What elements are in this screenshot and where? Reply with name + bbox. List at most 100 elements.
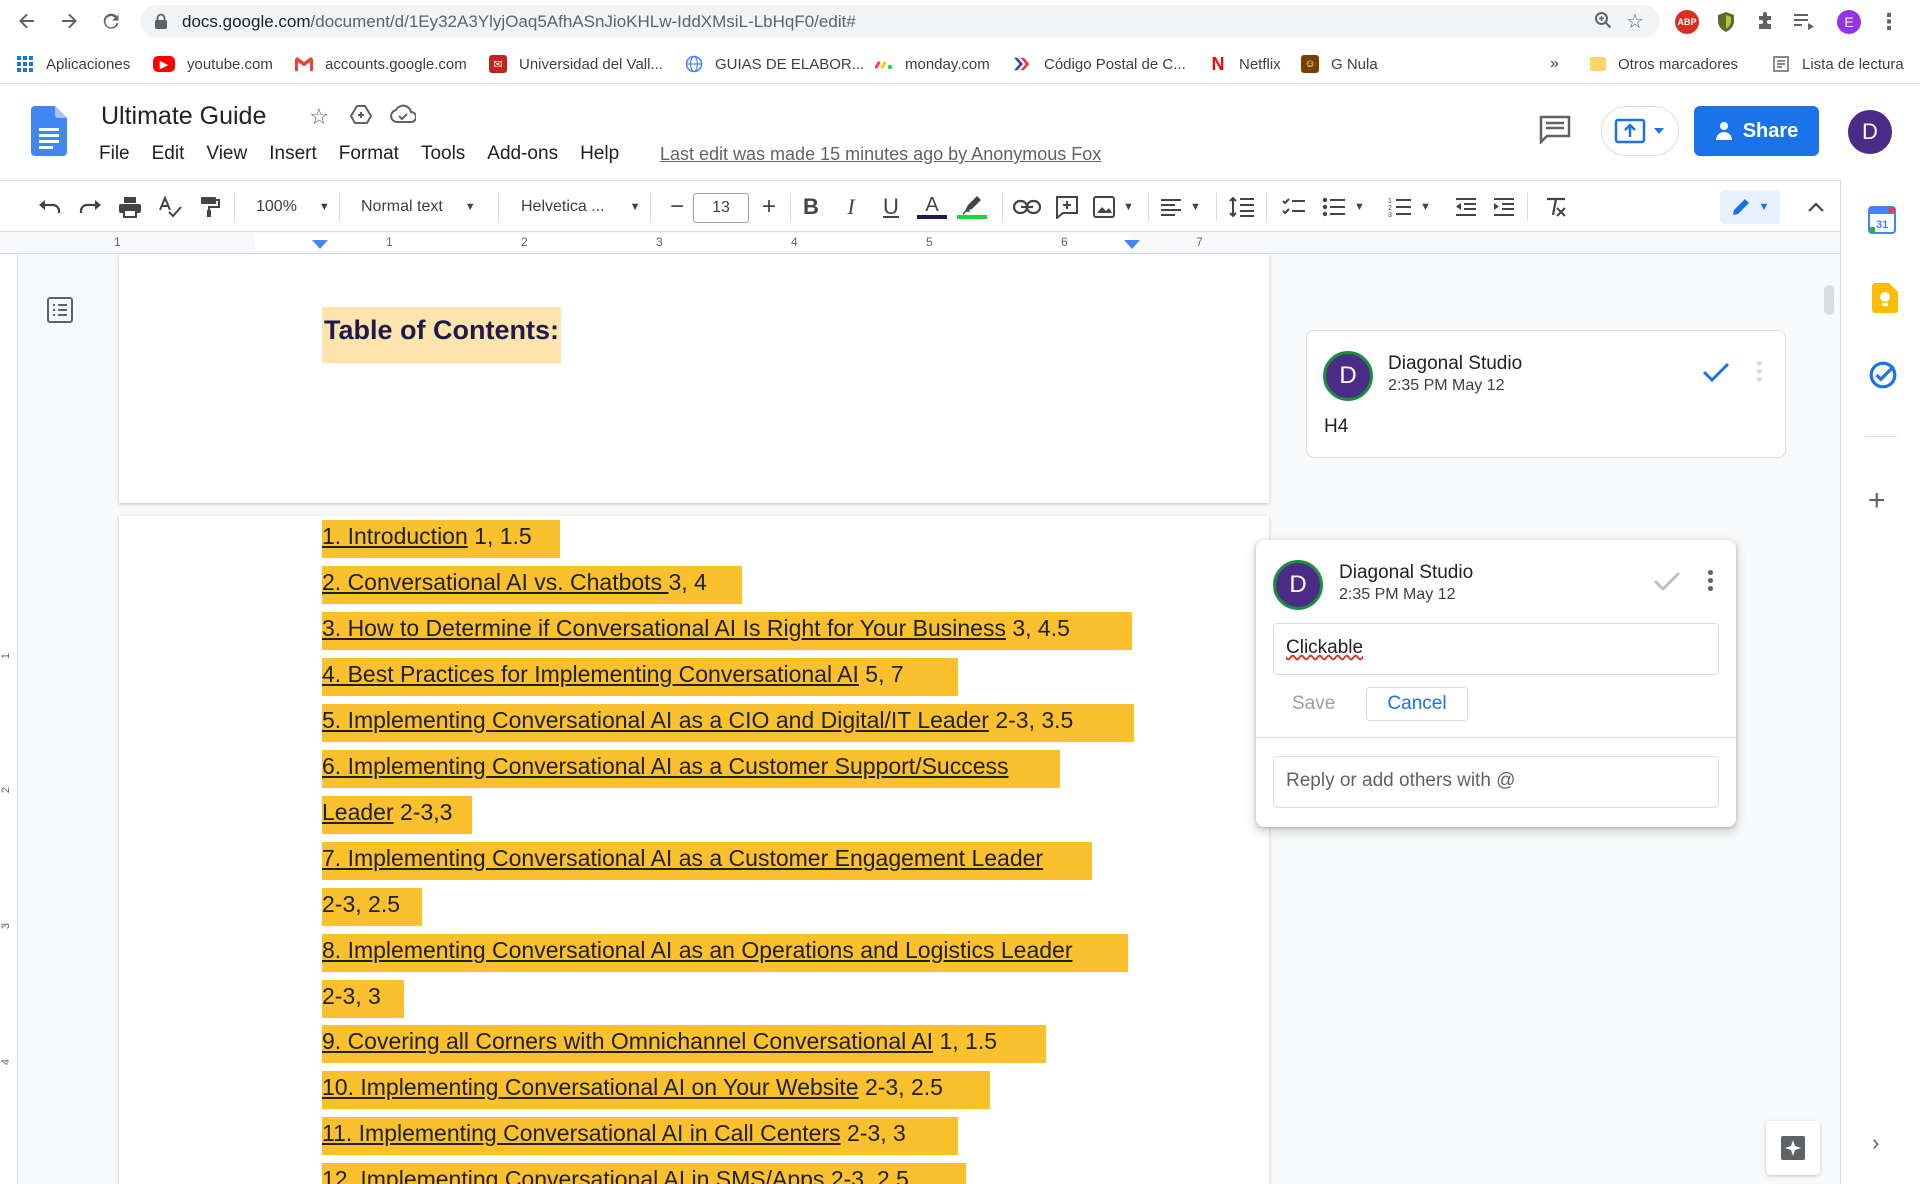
- right-indent-marker[interactable]: [1124, 240, 1140, 249]
- bookmarks-overflow[interactable]: »: [1550, 53, 1559, 75]
- show-side-panel-chevron-icon[interactable]: ›: [1872, 1130, 1879, 1156]
- align-button[interactable]: ▼: [1160, 193, 1201, 221]
- undo-icon[interactable]: [36, 193, 64, 221]
- zoom-magnifier-icon[interactable]: [1592, 11, 1614, 33]
- profile-avatar[interactable]: E: [1837, 10, 1861, 34]
- clear-formatting-icon[interactable]: [1542, 193, 1570, 221]
- reply-input[interactable]: Reply or add others with @: [1273, 756, 1719, 808]
- cloud-status-icon[interactable]: [390, 104, 417, 130]
- toc-item[interactable]: 2-3, 2.5: [322, 888, 422, 926]
- bookmark-monday[interactable]: monday.com: [875, 53, 990, 75]
- toc-item[interactable]: 1. Introduction 1, 1.5: [322, 520, 560, 558]
- bookmark-guias[interactable]: GUIAS DE ELABOR...: [685, 53, 864, 75]
- toc-item[interactable]: 2-3, 3: [322, 980, 404, 1018]
- zoom-select[interactable]: 100% ▼: [256, 193, 330, 221]
- increase-indent-icon[interactable]: [1490, 193, 1518, 221]
- toc-link[interactable]: 10. Implementing Conversational AI on Yo…: [322, 1074, 859, 1100]
- horizontal-ruler[interactable]: 1 1 2 3 4 5 6 7: [0, 232, 1840, 254]
- bookmark-accounts-google[interactable]: accounts.google.com: [295, 53, 467, 75]
- toc-item[interactable]: 3. How to Determine if Conversational AI…: [322, 612, 1132, 650]
- puzzle-icon[interactable]: [1753, 10, 1777, 34]
- user-avatar[interactable]: D: [1848, 110, 1892, 154]
- toc-item[interactable]: Leader 2-3,3: [322, 796, 472, 834]
- back-arrow-icon[interactable]: [14, 8, 40, 34]
- menu-tools[interactable]: Tools: [421, 143, 465, 165]
- toc-item[interactable]: 12. Implementing Conversational AI in SM…: [322, 1163, 966, 1184]
- spellcheck-icon[interactable]: [156, 193, 184, 221]
- toc-item[interactable]: 8. Implementing Conversational AI as an …: [322, 934, 1128, 972]
- resolve-check-icon[interactable]: [1702, 361, 1730, 383]
- italic-button[interactable]: I: [837, 193, 865, 221]
- menu-insert[interactable]: Insert: [269, 143, 317, 165]
- toc-item[interactable]: 5. Implementing Conversational AI as a C…: [322, 704, 1134, 742]
- resolve-check-icon[interactable]: [1653, 570, 1681, 592]
- toc-item[interactable]: 6. Implementing Conversational AI as a C…: [322, 750, 1060, 788]
- reload-icon[interactable]: [98, 8, 124, 34]
- insert-image-button[interactable]: ▼: [1093, 193, 1134, 221]
- toc-link[interactable]: 12. Implementing Conversational AI in SM…: [322, 1166, 824, 1184]
- bookmark-netflix[interactable]: N Netflix: [1209, 53, 1281, 75]
- calendar-icon[interactable]: 31: [1867, 205, 1897, 235]
- bookmark-codigo-postal[interactable]: Código Postal de C...: [1014, 53, 1186, 75]
- get-add-ons-plus-icon[interactable]: +: [1868, 484, 1886, 518]
- vertical-scrollbar[interactable]: [1824, 285, 1834, 315]
- star-icon[interactable]: ☆: [306, 104, 332, 130]
- paint-format-icon[interactable]: [196, 193, 224, 221]
- insert-link-icon[interactable]: [1013, 193, 1041, 221]
- present-button[interactable]: [1601, 106, 1679, 156]
- keep-icon[interactable]: [1870, 283, 1900, 313]
- comment-thread-active[interactable]: D Diagonal Studio 2:35 PM May 12 Clickab…: [1256, 540, 1736, 827]
- comment-edit-input[interactable]: Clickable: [1273, 623, 1719, 675]
- toc-link[interactable]: 4. Best Practices for Implementing Conve…: [322, 661, 859, 687]
- bookmark-youtube[interactable]: ▶ youtube.com: [153, 53, 273, 75]
- more-options-icon[interactable]: [1757, 361, 1763, 385]
- increase-font-size-button[interactable]: +: [755, 193, 783, 221]
- document-title[interactable]: Ultimate Guide: [101, 102, 266, 131]
- document-outline-icon[interactable]: [46, 296, 74, 324]
- vertical-ruler[interactable]: 1 2 3 4: [0, 254, 18, 1184]
- font-family-select[interactable]: Helvetica ... ▼: [521, 193, 640, 221]
- more-options-icon[interactable]: [1708, 570, 1714, 594]
- cancel-button[interactable]: Cancel: [1366, 687, 1468, 721]
- menu-view[interactable]: View: [206, 143, 247, 165]
- redo-icon[interactable]: [76, 193, 104, 221]
- reading-list-queue-icon[interactable]: [1792, 10, 1816, 34]
- bookmark-universidad[interactable]: ✉ Universidad del Vall...: [489, 53, 663, 75]
- bookmark-star-icon[interactable]: ☆: [1624, 11, 1646, 33]
- add-comment-icon[interactable]: [1053, 193, 1081, 221]
- menu-format[interactable]: Format: [339, 143, 399, 165]
- bold-button[interactable]: B: [797, 193, 825, 221]
- line-spacing-icon[interactable]: [1228, 193, 1256, 221]
- share-button[interactable]: Share: [1694, 106, 1819, 156]
- underline-button[interactable]: U: [877, 193, 905, 221]
- toc-link[interactable]: Leader: [322, 799, 394, 825]
- bookmark-other-folder[interactable]: Otros marcadores: [1590, 53, 1738, 75]
- toc-link[interactable]: 2. Conversational AI vs. Chatbots: [322, 569, 668, 595]
- browser-menu-icon[interactable]: ⋮: [1877, 9, 1901, 34]
- checklist-icon[interactable]: [1280, 193, 1308, 221]
- toc-link[interactable]: 3. How to Determine if Conversational AI…: [322, 615, 1006, 641]
- docs-logo-icon[interactable]: [31, 106, 67, 156]
- decrease-font-size-button[interactable]: −: [663, 193, 691, 221]
- menu-file[interactable]: File: [99, 143, 130, 165]
- collapse-menus-icon[interactable]: [1802, 193, 1830, 221]
- toc-link[interactable]: 9. Covering all Corners with Omnichannel…: [322, 1028, 933, 1054]
- last-edit-link[interactable]: Last edit was made 15 minutes ago by Ano…: [660, 144, 1101, 165]
- toc-link[interactable]: 1. Introduction: [322, 523, 468, 549]
- toc-item[interactable]: 4. Best Practices for Implementing Conve…: [322, 658, 958, 696]
- tasks-icon[interactable]: [1868, 360, 1898, 390]
- document-page[interactable]: [119, 254, 1269, 503]
- menu-add-ons[interactable]: Add-ons: [487, 143, 558, 165]
- decrease-indent-icon[interactable]: [1452, 193, 1480, 221]
- address-bar[interactable]: docs.google.com/document/d/1Ey32A3YlyjOa…: [140, 5, 1660, 38]
- explore-button[interactable]: [1766, 1121, 1820, 1175]
- print-icon[interactable]: [116, 193, 144, 221]
- toc-link[interactable]: 7. Implementing Conversational AI as a C…: [322, 845, 1043, 871]
- editing-mode-button[interactable]: ▼: [1720, 190, 1780, 224]
- toc-item[interactable]: 10. Implementing Conversational AI on Yo…: [322, 1071, 990, 1109]
- comment-history-icon[interactable]: [1538, 114, 1572, 144]
- toc-item[interactable]: 9. Covering all Corners with Omnichannel…: [322, 1025, 1046, 1063]
- text-color-button[interactable]: A: [917, 193, 947, 221]
- save-button[interactable]: Save: [1292, 693, 1335, 715]
- bookmark-gnula[interactable]: ☺ G Nula: [1301, 53, 1378, 75]
